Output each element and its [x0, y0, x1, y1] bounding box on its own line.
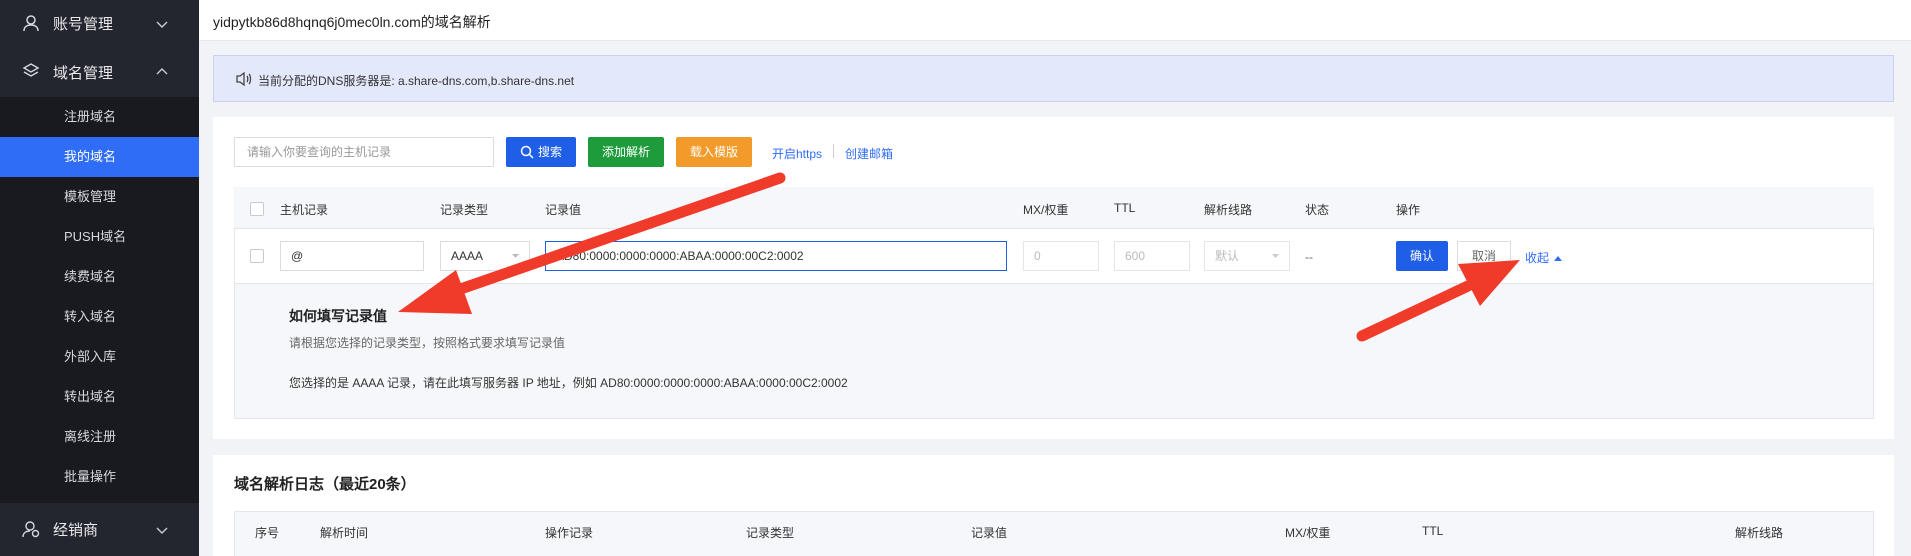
help-example: 您选择的是 AAAA 记录，请在此填写服务器 IP 地址，例如 AD80:000… — [289, 376, 848, 390]
log-col-ttl: TTL — [1422, 524, 1444, 538]
search-input[interactable] — [234, 137, 494, 167]
sidebar-group-account[interactable]: 账号管理 — [0, 0, 199, 47]
col-type: 记录类型 — [440, 203, 489, 217]
layers-icon — [22, 63, 40, 77]
sidebar-item-transfer-out[interactable]: 转出域名 — [0, 377, 199, 417]
col-ttl: TTL — [1114, 201, 1136, 215]
select-all-checkbox[interactable] — [250, 202, 264, 216]
col-value: 记录值 — [545, 203, 582, 217]
confirm-button[interactable]: 确认 — [1396, 241, 1448, 271]
enable-https-link[interactable]: 开启https — [772, 145, 822, 162]
sidebar-item-register[interactable]: 注册域名 — [0, 97, 199, 137]
cancel-button[interactable]: 取消 — [1457, 241, 1511, 271]
sidebar-item-templates[interactable]: 模板管理 — [0, 177, 199, 217]
sidebar-group-label: 账号管理 — [53, 16, 114, 33]
row-checkbox[interactable] — [250, 249, 264, 263]
log-title: 域名解析日志（最近20条） — [234, 476, 416, 493]
search-icon — [520, 145, 534, 159]
sidebar-group-label: 域名管理 — [53, 64, 114, 82]
chevron-down-icon — [156, 527, 168, 534]
sidebar-group-label: 经销商 — [53, 522, 99, 539]
mx-field[interactable]: 0 — [1023, 241, 1099, 271]
sidebar-item-batch[interactable]: 批量操作 — [0, 457, 199, 497]
type-select-value: AAAA — [451, 249, 484, 263]
help-title: 如何填写记录值 — [289, 308, 387, 324]
user-icon — [23, 15, 39, 32]
collapse-link[interactable]: 收起 — [1525, 249, 1563, 266]
sidebar-item-external[interactable]: 外部入库 — [0, 337, 199, 377]
log-col-index: 序号 — [255, 526, 280, 540]
col-line: 解析线路 — [1204, 203, 1253, 217]
speaker-icon — [236, 71, 252, 87]
log-col-action: 操作记录 — [545, 526, 594, 540]
line-select-value: 默认 — [1215, 249, 1240, 263]
record-value-field[interactable]: AD80:0000:0000:0000:ABAA:0000:00C2:0002 — [545, 241, 1007, 271]
search-button[interactable]: 搜索 — [506, 137, 576, 167]
col-mx: MX/权重 — [1023, 203, 1069, 217]
load-template-button[interactable]: 载入模版 — [676, 137, 752, 167]
page-header: yidpytkb86d8hqnq6j0mec0ln.com的域名解析 — [199, 0, 1911, 41]
sidebar-item-offline[interactable]: 离线注册 — [0, 417, 199, 457]
sidebar-item-transfer-in[interactable]: 转入域名 — [0, 297, 199, 337]
link-divider — [833, 144, 834, 158]
chevron-down-icon — [512, 254, 519, 258]
col-ops: 操作 — [1396, 203, 1421, 217]
search-button-label: 搜索 — [537, 145, 562, 159]
chevron-up-icon — [156, 68, 168, 75]
log-col-mx: MX/权重 — [1285, 526, 1331, 540]
host-field[interactable]: @ — [280, 241, 424, 271]
col-host: 主机记录 — [280, 203, 329, 217]
sidebar-group-dealer[interactable]: 经销商 — [0, 503, 199, 556]
col-status: 状态 — [1305, 203, 1330, 217]
log-col-line: 解析线路 — [1735, 526, 1784, 540]
sidebar-submenu: 注册域名 我的域名 模板管理 PUSH域名 续费域名 转入域名 外部入库 转出域… — [0, 97, 199, 503]
create-mailbox-link[interactable]: 创建邮箱 — [845, 145, 893, 162]
help-description: 请根据您选择的记录类型，按照格式要求填写记录值 — [289, 336, 566, 350]
sidebar-item-push[interactable]: PUSH域名 — [0, 217, 199, 257]
sidebar: 账号管理 域名管理 注册域名 我的域名 模板管理 PUSH域名 续费域名 转入域… — [0, 0, 199, 556]
log-col-type: 记录类型 — [746, 526, 795, 540]
sidebar-group-domains[interactable]: 域名管理 — [0, 47, 199, 97]
sidebar-item-renew[interactable]: 续费域名 — [0, 257, 199, 297]
line-select[interactable]: 默认 — [1204, 241, 1290, 271]
chevron-down-icon — [1272, 254, 1279, 258]
dns-notice: 当前分配的DNS服务器是: a.share-dns.com,b.share-dn… — [213, 55, 1894, 102]
ttl-field[interactable]: 600 — [1114, 241, 1190, 271]
log-table-header — [234, 511, 1874, 556]
log-col-time: 解析时间 — [320, 526, 369, 540]
status-value: -- — [1305, 250, 1313, 264]
add-record-button[interactable]: 添加解析 — [588, 137, 664, 167]
dealer-icon — [22, 521, 40, 538]
page-title: yidpytkb86d8hqnq6j0mec0ln.com的域名解析 — [213, 14, 491, 30]
log-col-value: 记录值 — [971, 526, 1008, 540]
chevron-down-icon — [156, 21, 168, 28]
type-select[interactable]: AAAA — [440, 241, 530, 271]
dns-notice-text: 当前分配的DNS服务器是: a.share-dns.com,b.share-dn… — [258, 74, 575, 88]
collapse-label: 收起 — [1525, 251, 1550, 265]
caret-up-icon — [1554, 256, 1563, 262]
sidebar-item-my-domains[interactable]: 我的域名 — [0, 137, 199, 177]
